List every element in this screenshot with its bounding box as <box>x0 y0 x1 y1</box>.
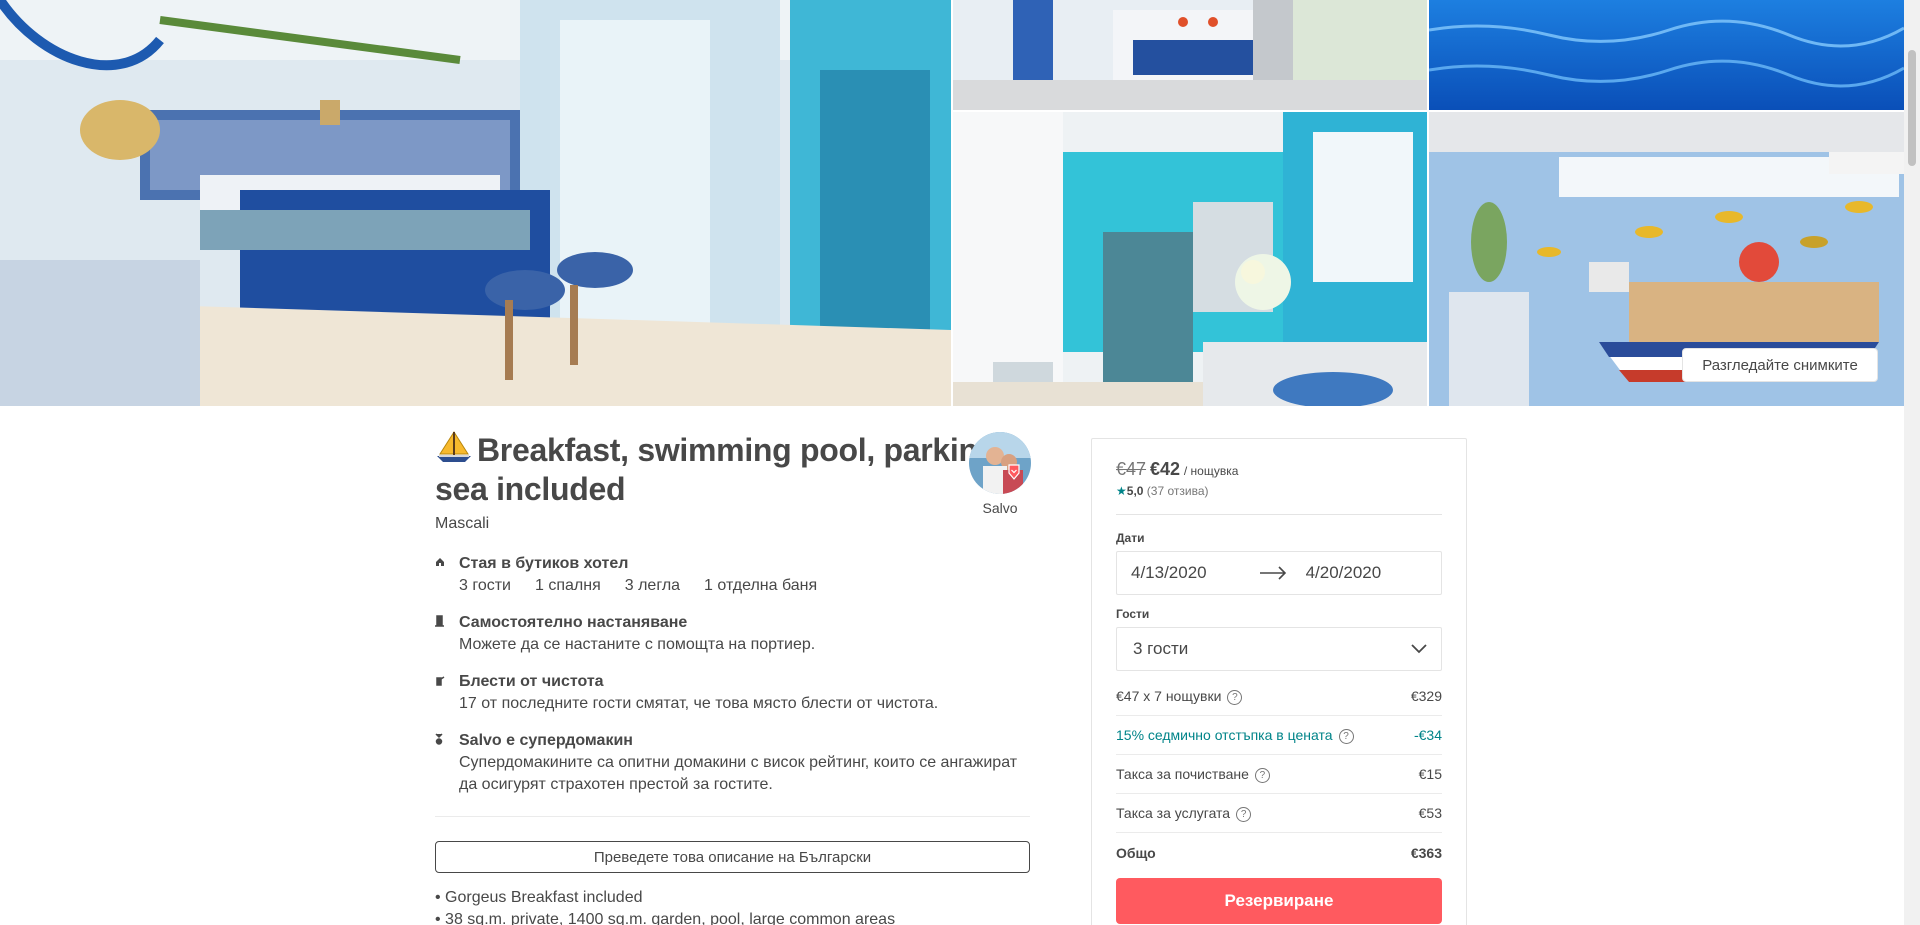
fee-row-cleaning: Такса за почистване? €15 <box>1116 755 1442 794</box>
total-row: Общо €363 <box>1116 833 1442 872</box>
fee-label: Такса за услугата <box>1116 804 1231 821</box>
listing-features: Стая в бутиков хотел 3 гости 1 спалня 3 … <box>435 553 1030 796</box>
sparkle-icon <box>435 671 459 715</box>
baths-count: 1 отделна баня <box>704 577 818 594</box>
rating-score: 5,0 <box>1126 484 1144 498</box>
photo-bathroom[interactable] <box>953 112 1427 406</box>
fee-value: €15 <box>1418 766 1442 782</box>
guests-value: 3 гости <box>1133 639 1189 658</box>
home-icon <box>435 553 459 597</box>
fee-label: 15% седмично отстъпка в цената <box>1116 726 1333 743</box>
price-unit: / нощувка <box>1183 464 1239 478</box>
host-avatar[interactable] <box>969 432 1031 494</box>
description-line: • 38 sq.m. private, 1400 sq.m. garden, p… <box>435 911 896 925</box>
feature-self-checkin: Самостоятелно настаняване Можете да се н… <box>435 612 1030 656</box>
fee-label: €47 x 7 нощувки <box>1116 687 1222 704</box>
host-name[interactable]: Salvo <box>955 500 1045 516</box>
arrow-right-icon <box>1252 566 1293 580</box>
listing-location[interactable]: Mascali <box>435 515 1030 533</box>
feature-title: Стая в бутиков хотел <box>459 555 629 572</box>
sailboat-icon <box>435 430 473 471</box>
listing-title-text: Breakfast, swimming pool, parking, sea i… <box>435 432 1006 507</box>
price-line: €47 €42 / нощувка <box>1116 459 1442 480</box>
feature-description: 17 от последните гости смятат, че това м… <box>459 695 939 712</box>
date-range-picker[interactable]: 4/13/2020 4/20/2020 <box>1116 551 1442 595</box>
feature-description: Супердомакините са опитни домакини с вис… <box>459 754 1018 793</box>
review-count[interactable]: (37 отзива) <box>1147 484 1209 498</box>
feature-title: Самостоятелно настаняване <box>459 614 688 631</box>
fee-row-nights: €47 x 7 нощувки? €329 <box>1116 677 1442 716</box>
booking-divider <box>1116 514 1442 515</box>
fee-label: Такса за почистване <box>1116 765 1249 782</box>
listing-title: Breakfast, swimming pool, parking, sea i… <box>435 430 1030 507</box>
photo-gallery: Разгледайте снимките <box>0 0 1904 406</box>
listing-description: • Gorgeus Breakfast included • 38 sq.m. … <box>435 887 1030 925</box>
fee-value: €329 <box>1410 688 1442 704</box>
fee-row-service: Такса за услугата? €53 <box>1116 794 1442 833</box>
question-icon[interactable]: ? <box>1338 728 1354 744</box>
room-summary: 3 гости 1 спалня 3 легла 1 отделна баня <box>459 575 841 597</box>
fee-row-discount: 15% седмично отстъпка в цената? -€34 <box>1116 716 1442 755</box>
translate-description-button[interactable]: Преведете това описание на Български <box>435 841 1030 873</box>
question-icon[interactable]: ? <box>1236 806 1252 822</box>
photo-terrace[interactable] <box>953 0 1427 110</box>
guests-count: 3 гости <box>459 577 511 594</box>
feature-room-type: Стая в бутиков хотел 3 гости 1 спалня 3 … <box>435 553 1030 597</box>
host-profile[interactable]: Salvo <box>955 432 1045 516</box>
feature-title: Блести от чистота <box>459 673 604 690</box>
feature-description: Можете да се настаните с помощта на порт… <box>459 636 816 653</box>
star-icon: ★ <box>1116 484 1127 498</box>
chevron-down-icon <box>1411 639 1427 659</box>
guests-select[interactable]: 3 гости <box>1116 627 1442 671</box>
description-line: • Gorgeus Breakfast included <box>435 889 643 906</box>
question-icon[interactable]: ? <box>1254 767 1270 783</box>
feature-sparkling-clean: Блести от чистота 17 от последните гости… <box>435 671 1030 715</box>
fee-value: €53 <box>1418 805 1442 821</box>
photo-bedroom[interactable] <box>0 0 951 406</box>
original-price: €47 <box>1116 459 1147 479</box>
photo-pool[interactable] <box>1429 0 1904 110</box>
scrollbar-thumb[interactable] <box>1908 50 1916 166</box>
dates-label: Дати <box>1116 531 1145 545</box>
rating[interactable]: ★5,0 (37 отзива) <box>1116 484 1442 498</box>
question-icon[interactable]: ? <box>1227 689 1243 705</box>
total-label: Общо <box>1116 844 1156 861</box>
listing-details: Salvo Breakfast, swimming pool, parking,… <box>435 430 1031 925</box>
check-out-date[interactable]: 4/20/2020 <box>1306 563 1427 583</box>
fee-value: -€34 <box>1413 727 1442 743</box>
total-value: €363 <box>1410 844 1442 861</box>
booking-card: €47 €42 / нощувка ★5,0 (37 отзива) Дати … <box>1091 438 1467 925</box>
medal-icon <box>435 730 459 796</box>
feature-superhost: Salvo е супердомакин Супердомакините са … <box>435 730 1030 796</box>
check-in-date[interactable]: 4/13/2020 <box>1131 563 1252 583</box>
reserve-button[interactable]: Резервиране <box>1116 878 1442 924</box>
feature-title: Salvo е супердомакин <box>459 732 633 749</box>
bedrooms-count: 1 спалня <box>535 577 601 594</box>
discounted-price: €42 <box>1149 459 1180 479</box>
explore-photos-button[interactable]: Разгледайте снимките <box>1682 348 1878 382</box>
beds-count: 3 легла <box>624 577 681 594</box>
door-icon <box>435 612 459 656</box>
page-scrollbar[interactable] <box>1904 0 1920 925</box>
section-divider <box>435 816 1030 817</box>
guests-label: Гости <box>1116 607 1150 621</box>
superhost-badge-icon <box>1006 464 1022 480</box>
